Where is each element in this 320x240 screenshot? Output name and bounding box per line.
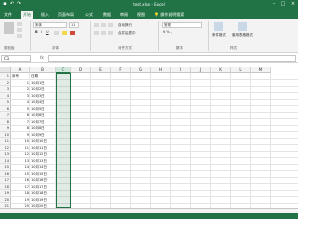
group-label-font: 字体 — [52, 46, 59, 50]
tab-file[interactable]: 文件 — [2, 11, 14, 19]
lightbulb-icon: 💡 — [154, 12, 159, 17]
grid-line — [230, 73, 231, 208]
column-header-d[interactable]: D — [71, 67, 91, 73]
close-icon[interactable]: × — [289, 1, 297, 8]
column-header-i[interactable]: I — [171, 67, 191, 73]
column-header-h[interactable]: H — [151, 67, 171, 73]
tab-formulas[interactable]: 公式 — [83, 11, 95, 19]
align-center-icon[interactable] — [101, 31, 106, 35]
merge-center-button[interactable]: 合并后居中 — [118, 31, 136, 36]
column-header-g[interactable]: G — [131, 67, 151, 73]
column-header-k[interactable]: K — [211, 67, 231, 73]
copy-icon[interactable] — [17, 28, 22, 32]
border-icon[interactable] — [54, 31, 59, 35]
group-label-alignment: 对齐方式 — [118, 46, 132, 50]
grid-line — [210, 73, 211, 208]
ribbon-tabs: 文件 开始 插入 页面布局 公式 数据 审阅 视图 💡 操作说明搜索 — [0, 10, 298, 19]
grid-line — [250, 73, 251, 208]
group-separator — [158, 21, 159, 51]
group-separator — [90, 21, 91, 51]
tab-page-layout[interactable]: 页面布局 — [56, 11, 76, 19]
font-size-select[interactable]: 11 — [69, 22, 79, 28]
tell-me-search[interactable]: 💡 操作说明搜索 — [152, 11, 186, 19]
name-box[interactable]: C1 — [1, 55, 31, 62]
tab-view[interactable]: 视图 — [135, 11, 147, 19]
grid-line — [130, 73, 131, 208]
tab-review[interactable]: 审阅 — [118, 11, 130, 19]
grid-line — [150, 73, 151, 208]
cut-icon[interactable] — [17, 22, 22, 26]
grid-line — [190, 73, 191, 208]
grid-line — [270, 73, 271, 208]
column-header-l[interactable]: L — [231, 67, 251, 73]
font-color-icon[interactable] — [70, 31, 75, 35]
group-label-clipboard: 剪贴板 — [4, 46, 15, 50]
column-header-m[interactable]: M — [251, 67, 271, 73]
status-bar — [0, 213, 298, 219]
conditional-format-button[interactable]: 条件格式 — [212, 33, 226, 38]
title-bar: ▪ ↶ ↷ test.xlsx - Excel – □ × — [0, 0, 298, 10]
wrap-text-button[interactable]: 自动换行 — [118, 23, 132, 28]
minimize-icon[interactable]: – — [270, 1, 278, 8]
bold-icon[interactable]: B — [35, 30, 38, 34]
column-header-e[interactable]: E — [91, 67, 111, 73]
formula-bar: C1 fx — [0, 54, 298, 63]
grid-line — [170, 73, 171, 208]
italic-icon[interactable]: I — [41, 30, 42, 34]
grid-line — [110, 73, 111, 208]
paste-icon[interactable] — [4, 22, 14, 34]
column-header-f[interactable]: F — [111, 67, 131, 73]
align-bottom-icon[interactable] — [108, 23, 113, 27]
maximize-icon[interactable]: □ — [279, 1, 287, 8]
group-separator — [208, 21, 209, 51]
formula-input[interactable] — [48, 55, 296, 62]
column-selection[interactable] — [56, 73, 71, 208]
table-format-button[interactable]: 套用表格格式 — [232, 33, 253, 38]
underline-icon[interactable]: U — [46, 30, 49, 34]
align-middle-icon[interactable] — [101, 23, 106, 27]
font-name-select[interactable]: 宋体 — [33, 22, 67, 28]
fill-color-icon[interactable] — [62, 31, 67, 35]
spreadsheet-grid[interactable]: A B C D E F G H I J K L M 1 序号 日期 2 1 10月1日 3 2 10月2日 4 3 10月3日 5… — [0, 67, 298, 208]
conditional-format-icon[interactable] — [214, 22, 223, 31]
align-top-icon[interactable] — [94, 23, 99, 27]
align-right-icon[interactable] — [108, 31, 113, 35]
font-name-value: 宋体 — [35, 23, 42, 27]
group-label-styles: 样式 — [230, 46, 237, 50]
group-label-number: 数字 — [176, 46, 183, 50]
group-separator — [30, 21, 31, 51]
fx-icon[interactable]: fx — [40, 55, 44, 60]
tell-me-label: 操作说明搜索 — [160, 12, 185, 17]
format-painter-icon[interactable] — [17, 34, 22, 38]
window-title: test.xlsx - Excel — [133, 2, 165, 7]
align-left-icon[interactable] — [94, 31, 99, 35]
number-format-value: 常规 — [164, 23, 171, 27]
tab-home[interactable]: 开始 — [21, 11, 33, 19]
table-format-icon[interactable] — [238, 22, 247, 31]
font-size-value: 11 — [71, 23, 76, 27]
number-format-select[interactable]: 常规 — [162, 22, 202, 28]
column-header-j[interactable]: J — [191, 67, 211, 73]
tab-data[interactable]: 数据 — [101, 11, 113, 19]
ribbon: 剪贴板 宋体 11 B I U 字体 自动换行 合并后居中 对齐方式 常规 ¥ … — [0, 19, 298, 53]
currency-icon[interactable]: ¥ % , — [163, 30, 172, 34]
grid-line — [90, 73, 91, 208]
tab-insert[interactable]: 插入 — [39, 11, 51, 19]
